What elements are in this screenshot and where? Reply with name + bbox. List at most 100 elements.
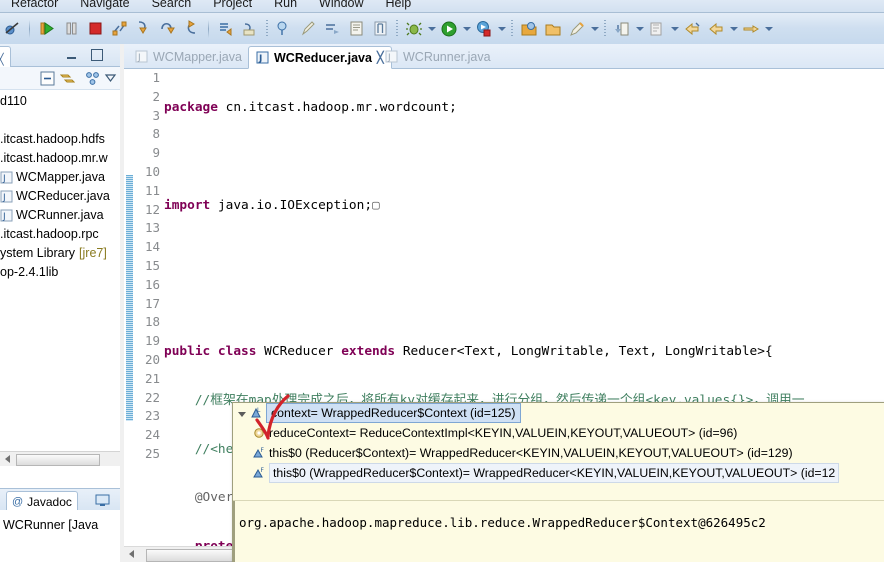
search-icon[interactable]	[566, 18, 588, 40]
popup-row-this0-wrapped-reducer-context[interactable]: F this$0 (WrappedReducer$Context)= Wrapp…	[233, 463, 884, 483]
tree-item-file-wcrunner[interactable]: J WCRunner.java	[0, 206, 120, 225]
run-icon[interactable]	[438, 18, 460, 40]
tree-item-file-wcmapper[interactable]: J WCMapper.java	[0, 168, 120, 187]
next-annotation-icon[interactable]	[611, 18, 633, 40]
scroll-left-arrow-icon[interactable]	[5, 455, 10, 463]
search-dropdown-arrow-icon[interactable]	[589, 18, 600, 40]
line-number: 25	[144, 445, 160, 461]
console-icon[interactable]	[95, 494, 110, 507]
toolbar-separator	[511, 19, 513, 38]
resume-icon[interactable]	[36, 18, 58, 40]
popup-row-this0-reducer-context[interactable]: F this$0 (Reducer$Context)= WrappedReduc…	[233, 443, 884, 463]
menu-item-navigate[interactable]: Navigate	[69, 0, 140, 12]
debug-icon[interactable]	[403, 18, 425, 40]
suspend-icon[interactable]	[60, 18, 82, 40]
tree-item-package-hdfs[interactable]: .itcast.hadoop.hdfs	[0, 130, 120, 149]
menu-item-window[interactable]: Window	[308, 0, 374, 12]
tree-item-label: .itcast.hadoop.hdfs	[0, 132, 105, 146]
next-annotation-dropdown-arrow-icon[interactable]	[634, 18, 645, 40]
run-last-tool-icon[interactable]	[321, 18, 343, 40]
toolbar-separator	[29, 19, 30, 38]
popup-row-label: this$0 (Reducer$Context)= WrappedReducer…	[269, 446, 793, 460]
menu-item-help[interactable]: Help	[375, 0, 423, 12]
run-dropdown-arrow-icon[interactable]	[461, 18, 472, 40]
menu-item-project[interactable]: Project	[202, 0, 263, 12]
collapse-all-icon[interactable]	[40, 71, 55, 86]
line-number: 2	[152, 88, 160, 104]
line-number: 24	[144, 427, 160, 443]
debug-dropdown-arrow-icon[interactable]	[426, 18, 437, 40]
back-dropdown-arrow-icon[interactable]	[728, 18, 739, 40]
line-number: 3	[152, 107, 160, 123]
back-history-icon[interactable]	[681, 18, 703, 40]
forward-history-icon[interactable]	[705, 18, 727, 40]
editor-vertical-ruler[interactable]	[124, 69, 134, 562]
svg-text:J: J	[387, 53, 391, 63]
tree-item-package-mr-wordcount[interactable]: .itcast.hadoop.mr.w	[0, 149, 120, 168]
new-java-package-icon[interactable]	[239, 18, 261, 40]
code-line: import java.io.IOException;▢	[164, 197, 884, 216]
open-console-icon[interactable]	[345, 18, 367, 40]
package-explorer-hscrollbar[interactable]	[0, 451, 120, 466]
toolbar-separator	[208, 19, 209, 38]
tab-package-explorer[interactable]: lorer ╳	[0, 46, 11, 69]
tree-item-package-rpc[interactable]: .itcast.hadoop.rpc	[0, 225, 120, 244]
tab-wcrunner-java[interactable]: J WCRunner.java	[378, 46, 498, 67]
tree-item-label: WCRunner.java	[16, 208, 104, 222]
menu-item-refactor[interactable]: Refactor	[0, 0, 69, 12]
popup-row-label: context= WrappedReducer$Context (id=125)	[271, 406, 516, 420]
pencil-icon[interactable]	[297, 18, 319, 40]
scroll-left-arrow-icon[interactable]	[129, 550, 134, 558]
tab-wcmapper-java[interactable]: J WCMapper.java	[128, 46, 249, 67]
disconnect-icon[interactable]	[108, 18, 130, 40]
menu-item-run[interactable]: Run	[263, 0, 308, 12]
menu-item-search[interactable]: Search	[141, 0, 203, 12]
open-resource-icon[interactable]	[542, 18, 564, 40]
code-keyword: extends	[341, 343, 396, 359]
skip-all-breakpoints-icon[interactable]	[1, 18, 23, 40]
terminate-icon[interactable]	[84, 18, 106, 40]
line-number: 20	[144, 351, 160, 367]
new-java-class-icon[interactable]	[215, 18, 237, 40]
external-tools-dropdown-arrow-icon[interactable]	[496, 18, 507, 40]
forward-arrow-icon[interactable]	[740, 18, 762, 40]
popup-selected-entry[interactable]: context= WrappedReducer$Context (id=125)	[266, 403, 521, 423]
tree-item-file-wcreducer[interactable]: J WCReducer.java	[0, 187, 120, 206]
tree-item-label: .itcast.hadoop.mr.w	[0, 151, 108, 165]
toggle-breakpoint-icon[interactable]	[273, 18, 295, 40]
open-type-icon[interactable]	[518, 18, 540, 40]
debug-variable-hover-popup[interactable]: L context= WrappedReducer$Context (id=12…	[232, 402, 884, 562]
expand-twisty-icon[interactable]	[237, 408, 248, 419]
previous-annotation-dropdown-arrow-icon[interactable]	[669, 18, 680, 40]
line-number: 13	[144, 220, 160, 236]
tree-item-jre-system-library[interactable]: ystem Library [jre7]	[0, 244, 120, 263]
forward-dropdown-arrow-icon[interactable]	[763, 18, 774, 40]
step-into-icon[interactable]	[132, 18, 154, 40]
link-with-editor-icon[interactable]	[59, 71, 76, 86]
tree-item-project[interactable]: d110	[0, 92, 120, 111]
popup-row-context[interactable]: L context= WrappedReducer$Context (id=12…	[233, 403, 884, 423]
local-variable-icon: L	[249, 406, 263, 420]
toggle-mark-occurrences-icon[interactable]	[369, 18, 391, 40]
popup-row-reduce-context[interactable]: reduceContext= ReduceContextImpl<KEYIN,V…	[233, 423, 884, 443]
maximize-view-button[interactable]	[90, 49, 103, 61]
tab-javadoc[interactable]: @ Javadoc	[6, 491, 78, 512]
scrollbar-thumb[interactable]	[16, 454, 100, 466]
package-explorer-tree[interactable]: d110 .itcast.hadoop.hdfs .itcast.hadoop.…	[0, 92, 120, 466]
step-over-icon[interactable]	[156, 18, 178, 40]
step-return-icon[interactable]	[180, 18, 202, 40]
tree-item-hadoop-lib[interactable]: op-2.4.1lib	[0, 263, 120, 282]
view-menu-filters-icon[interactable]	[85, 71, 100, 86]
close-icon[interactable]: ╳	[0, 53, 4, 66]
popup-highlighted-entry[interactable]: this$0 (WrappedReducer$Context)= Wrapped…	[269, 463, 840, 483]
line-number: 23	[144, 408, 160, 424]
svg-text:F: F	[261, 447, 265, 454]
scrollbar-thumb[interactable]	[146, 549, 236, 562]
run-external-tools-icon[interactable]	[473, 18, 495, 40]
collapsed-import-marker[interactable]: ▢	[372, 198, 380, 213]
minimize-view-button[interactable]	[66, 49, 79, 61]
previous-annotation-icon[interactable]	[646, 18, 668, 40]
view-menu-icon[interactable]	[104, 71, 119, 86]
tab-wcreducer-java[interactable]: J WCReducer.java ╳	[248, 46, 392, 69]
